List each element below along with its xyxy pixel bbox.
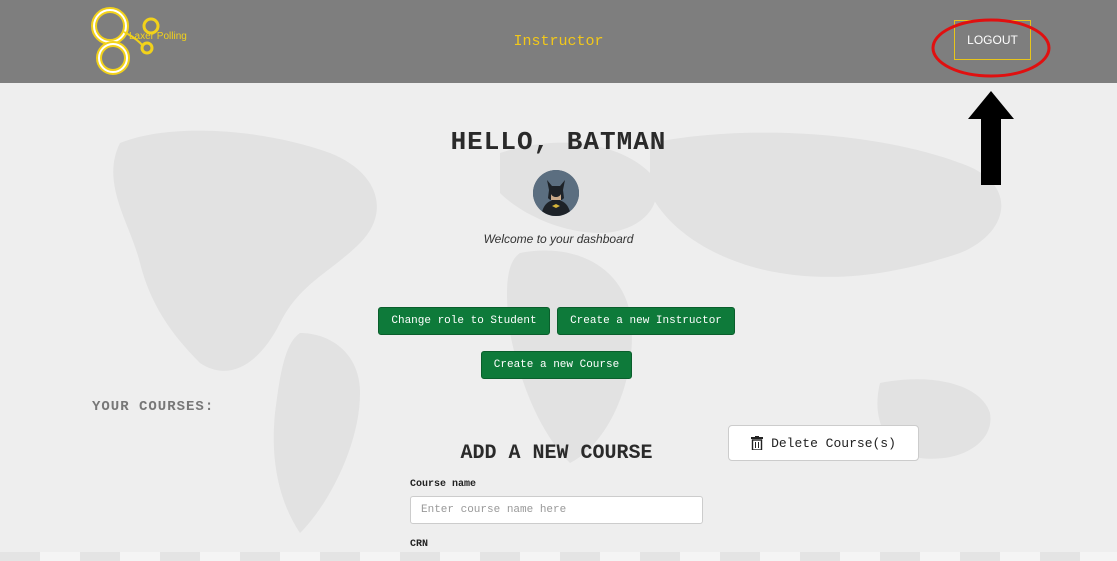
delete-courses-label: Delete Course(s) — [771, 435, 896, 451]
create-instructor-button[interactable]: Create a new Instructor — [557, 307, 735, 335]
crn-label: CRN — [410, 539, 429, 550]
course-name-input[interactable] — [410, 496, 703, 524]
course-name-label: Course name — [410, 479, 477, 490]
annotation-circle — [931, 18, 1051, 78]
add-course-heading: ADD A NEW COURSE — [460, 442, 653, 465]
user-avatar — [533, 170, 579, 216]
change-role-button[interactable]: Change role to Student — [378, 307, 550, 335]
your-courses-heading: YOUR COURSES: — [92, 399, 215, 415]
bottom-edge-strip — [0, 552, 1117, 561]
batman-avatar-icon — [533, 170, 579, 216]
create-course-button[interactable]: Create a new Course — [481, 351, 632, 379]
trash-icon — [751, 436, 764, 450]
greeting-heading: HELLO, BATMAN — [450, 127, 667, 157]
welcome-text: Welcome to your dashboard — [483, 232, 634, 246]
delete-courses-button[interactable]: Delete Course(s) — [728, 425, 919, 461]
